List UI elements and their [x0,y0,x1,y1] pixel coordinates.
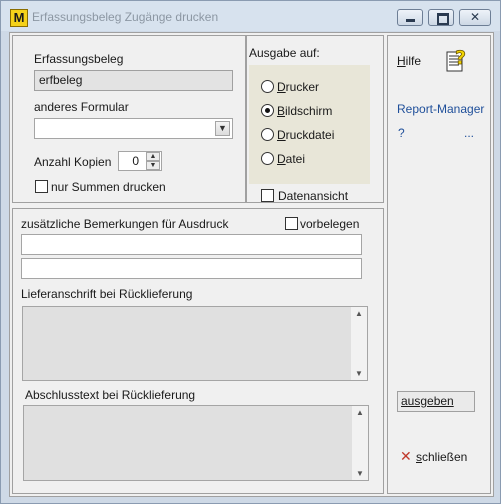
radio-druckdatei[interactable] [261,128,274,141]
close-x-icon[interactable]: ✕ [400,449,412,465]
question-link[interactable]: ? [398,126,405,140]
anderes-formular-label: anderes Formular [34,100,129,114]
schliessen-button[interactable]: schließen [416,450,467,464]
datenansicht-checkbox[interactable] [261,189,274,202]
report-manager-link[interactable]: Report-Manager [397,102,484,116]
svg-text:?: ? [455,47,466,69]
scroll-down-icon[interactable]: ▼ [352,469,368,478]
radio-datei[interactable] [261,152,274,165]
nur-summen-label: nur Summen drucken [51,180,166,194]
maximize-button[interactable] [428,9,454,26]
ellipsis-link[interactable]: ... [464,126,474,140]
hilfe-link[interactable]: Hilfe [397,54,421,68]
radio-bildschirm[interactable] [261,104,274,117]
erfassungsbeleg-label: Erfassungsbeleg [34,52,124,66]
scroll-up-icon[interactable]: ▲ [352,408,368,417]
erfassungsbeleg-field[interactable]: erfbeleg [34,70,233,91]
vorbelegen-label: vorbelegen [300,217,360,231]
ausgeben-button[interactable]: ausgeben [397,391,475,412]
lieferanschrift-textarea[interactable]: ▲ ▼ [22,306,368,381]
vorbelegen-checkbox[interactable] [285,217,298,230]
abschlusstext-textarea[interactable]: ▲ ▼ [23,405,369,481]
scroll-up-icon[interactable]: ▲ [351,309,367,318]
bemerkung-2-input[interactable] [21,258,362,279]
anzahl-kopien-stepper[interactable]: 0 ▲ ▼ [118,151,162,171]
datenansicht-label: Datenansicht [278,189,349,203]
chevron-down-icon[interactable]: ▼ [215,121,230,136]
close-button[interactable]: ✕ [459,9,491,26]
anderes-formular-select[interactable]: ▼ [34,118,233,139]
radio-datei-label[interactable]: Datei [277,152,305,166]
anzahl-kopien-label: Anzahl Kopien [34,155,112,169]
radio-drucker-label[interactable]: Drucker [277,80,319,94]
anzahl-kopien-value: 0 [132,154,139,168]
radio-drucker[interactable] [261,80,274,93]
nur-summen-checkbox[interactable] [35,180,48,193]
lieferanschrift-label: Lieferanschrift bei Rücklieferung [21,287,193,301]
close-icon: ✕ [469,10,481,24]
radio-druckdatei-label[interactable]: Druckdatei [277,128,334,142]
spin-down-icon[interactable]: ▼ [146,161,160,170]
formular-panel: Erfassungsbeleg erfbeleg anderes Formula… [12,35,246,203]
scroll-down-icon[interactable]: ▼ [351,369,367,378]
ausgabe-title: Ausgabe auf: [249,46,320,60]
bemerkungen-label: zusätzliche Bemerkungen für Ausdruck [21,217,229,231]
maximize-icon [437,13,449,25]
bemerkung-1-input[interactable] [21,234,362,255]
window-title: Erfassungsbeleg Zugänge drucken [32,10,219,24]
abschlusstext-label: Abschlusstext bei Rücklieferung [25,388,196,402]
radio-bildschirm-label[interactable]: Bildschirm [277,104,332,118]
lieferanschrift-scrollbar[interactable]: ▲ ▼ [350,307,367,380]
dialog-client-area: Erfassungsbeleg erfbeleg anderes Formula… [9,32,494,497]
dialog-window: M Erfassungsbeleg Zugänge drucken ✕ Erfa… [0,0,501,504]
spin-up-icon[interactable]: ▲ [146,152,160,161]
ausgeben-label: ausgeben [401,394,454,408]
minimize-button[interactable] [397,9,423,26]
minimize-icon [406,19,415,22]
abschlusstext-scrollbar[interactable]: ▲ ▼ [351,406,368,480]
title-bar: M Erfassungsbeleg Zugänge drucken ✕ [1,1,500,31]
app-logo-icon: M [10,9,28,27]
help-icon[interactable]: ? [446,46,470,74]
